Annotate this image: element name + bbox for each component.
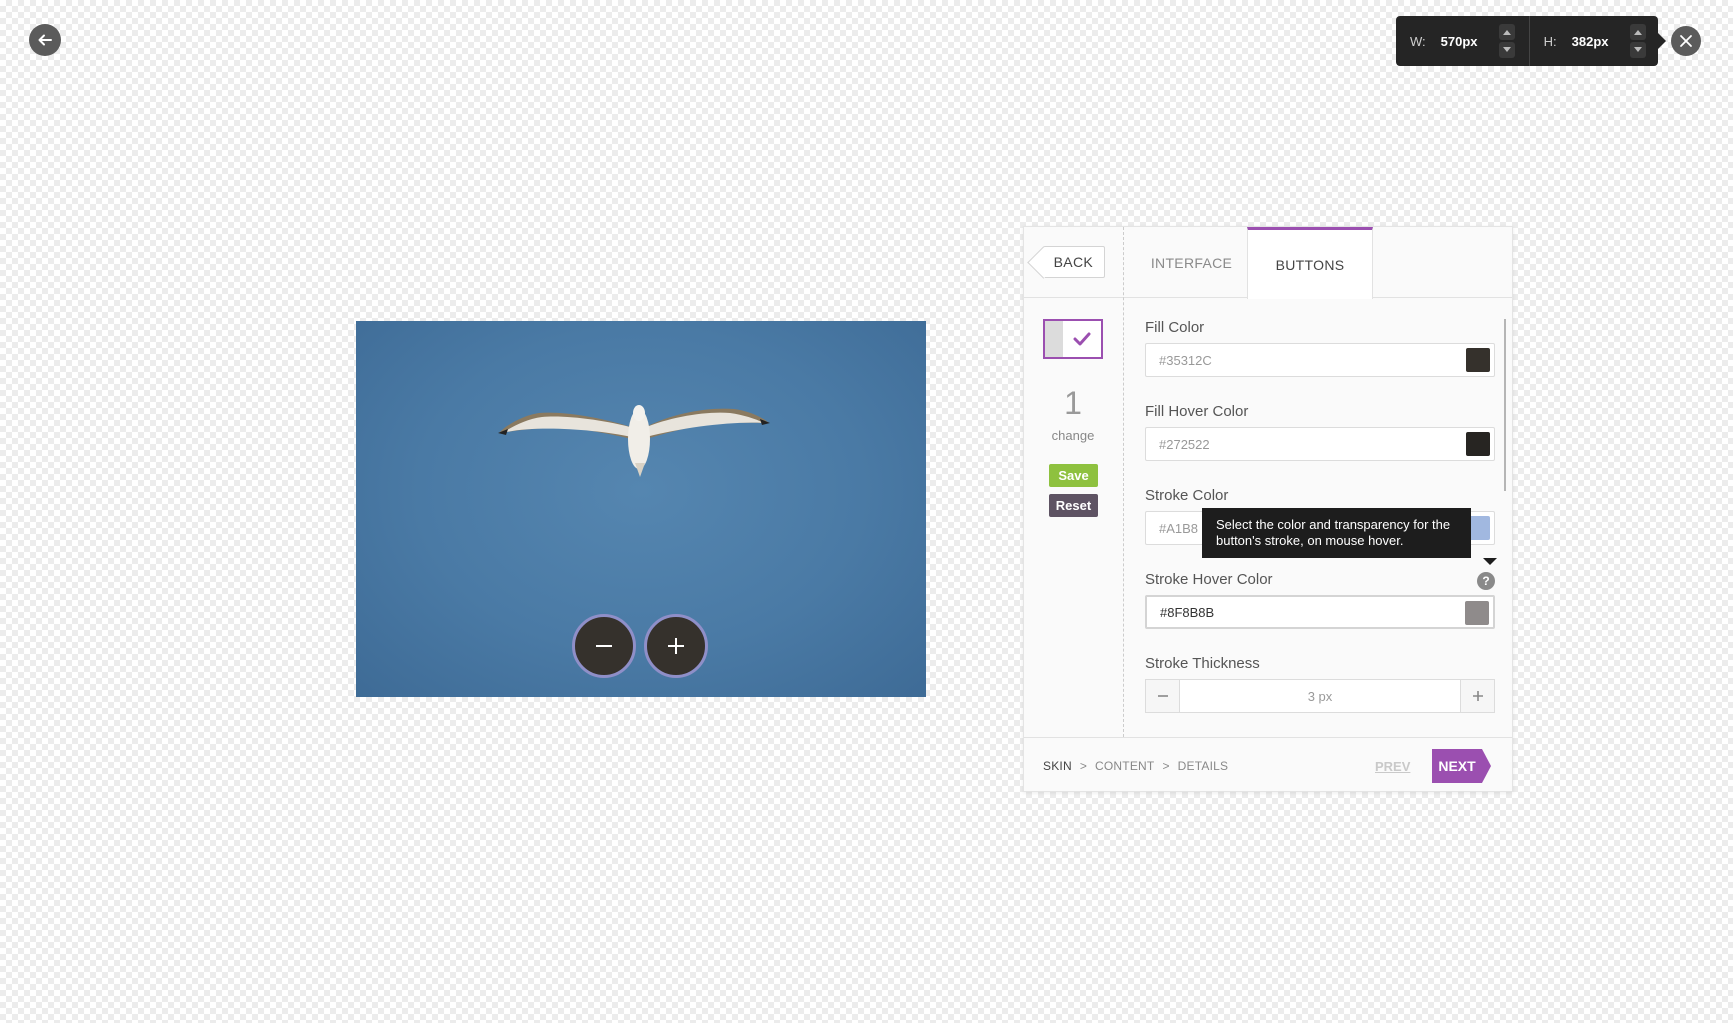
minus-icon — [1157, 695, 1168, 697]
reset-button[interactable]: Reset — [1049, 494, 1098, 517]
back-button[interactable]: BACK — [1043, 246, 1105, 278]
thickness-increase-button[interactable] — [1460, 680, 1494, 712]
height-spinner — [1629, 24, 1646, 58]
height-decrease-button[interactable] — [1629, 42, 1646, 58]
zoom-in-button[interactable] — [644, 614, 708, 678]
tab-buttons[interactable]: BUTTONS — [1247, 227, 1373, 299]
zoom-out-button[interactable] — [572, 614, 636, 678]
save-button[interactable]: Save — [1049, 464, 1098, 487]
fill-hover-color-input[interactable]: #272522 — [1145, 427, 1495, 461]
close-button[interactable] — [1671, 26, 1701, 56]
help-icon[interactable]: ? — [1477, 572, 1495, 590]
crumb-skin[interactable]: SKIN — [1043, 759, 1072, 773]
tab-interface[interactable]: INTERFACE — [1124, 227, 1259, 299]
tab-buttons-label: BUTTONS — [1275, 256, 1345, 273]
crumb-content[interactable]: CONTENT — [1095, 759, 1154, 773]
panel-header: BACK INTERFACE BUTTONS — [1024, 227, 1512, 299]
swatch-check — [1063, 321, 1101, 357]
fill-color-value: #35312C — [1159, 352, 1212, 368]
seagull-image — [498, 405, 770, 477]
arrow-left-icon — [38, 34, 52, 46]
width-control: W: 570px — [1396, 16, 1529, 66]
checkmark-icon — [1073, 332, 1091, 346]
crumb-separator: > — [1079, 759, 1088, 773]
change-label: change — [1051, 428, 1095, 443]
thickness-decrease-button[interactable] — [1146, 680, 1180, 712]
fill-color-label: Fill Color — [1145, 319, 1205, 336]
fill-color-input[interactable]: #35312C — [1145, 343, 1495, 377]
panel-footer: SKIN > CONTENT > DETAILS PREV NEXT — [1024, 737, 1512, 793]
stroke-hover-color-label: Stroke Hover Color — [1145, 571, 1273, 588]
chevron-down-icon — [1502, 47, 1511, 52]
close-icon — [1680, 35, 1692, 47]
width-spinner — [1498, 24, 1515, 58]
crumb-details[interactable]: DETAILS — [1178, 759, 1229, 773]
chevron-up-icon — [1502, 30, 1511, 35]
width-increase-button[interactable] — [1498, 24, 1515, 40]
fill-hover-color-value: #272522 — [1159, 436, 1210, 452]
swatch-preview — [1045, 321, 1063, 357]
prev-button[interactable]: PREV — [1375, 759, 1410, 774]
height-increase-button[interactable] — [1629, 24, 1646, 40]
stroke-color-value: #A1B8 — [1159, 520, 1199, 536]
column-divider — [1123, 227, 1124, 737]
fill-hover-color-swatch[interactable] — [1466, 432, 1490, 456]
height-control: H: 382px — [1528, 16, 1660, 66]
back-button-label: BACK — [1053, 254, 1093, 270]
stroke-hover-color-swatch[interactable] — [1465, 601, 1489, 625]
stroke-hover-color-value: #8F8B8B — [1160, 604, 1215, 620]
width-label: W: — [1410, 33, 1426, 49]
fill-hover-color-label: Fill Hover Color — [1145, 403, 1249, 420]
back-arrow-button[interactable] — [29, 24, 61, 56]
stroke-color-label: Stroke Color — [1145, 487, 1229, 504]
minus-icon — [596, 645, 612, 647]
skin-swatch[interactable] — [1043, 319, 1103, 359]
stroke-thickness-value[interactable]: 3 px — [1180, 689, 1460, 704]
breadcrumb: SKIN > CONTENT > DETAILS — [1043, 759, 1228, 773]
next-button[interactable]: NEXT — [1432, 749, 1491, 783]
image-preview — [356, 321, 926, 697]
scrollbar[interactable] — [1504, 319, 1506, 491]
fill-color-swatch[interactable] — [1466, 348, 1490, 372]
height-label: H: — [1543, 33, 1557, 49]
stroke-hover-color-input[interactable]: #8F8B8B — [1145, 595, 1495, 629]
chevron-down-icon — [1633, 47, 1642, 52]
stroke-thickness-stepper: 3 px — [1145, 679, 1495, 713]
stroke-thickness-label: Stroke Thickness — [1145, 655, 1260, 672]
width-decrease-button[interactable] — [1498, 42, 1515, 58]
stroke-hover-tooltip: Select the color and transparency for th… — [1202, 508, 1497, 565]
plus-icon — [1472, 691, 1483, 701]
width-value[interactable]: 570px — [1441, 34, 1493, 49]
size-controls: W: 570px H: 382px — [1396, 16, 1666, 66]
chevron-up-icon — [1633, 30, 1642, 35]
crumb-separator: > — [1162, 759, 1170, 773]
height-value[interactable]: 382px — [1572, 34, 1624, 49]
tab-interface-label: INTERFACE — [1150, 255, 1233, 271]
skin-editor-panel: BACK INTERFACE BUTTONS 1 change Save Res… — [1023, 226, 1513, 792]
change-count: 1 — [1064, 385, 1082, 421]
plus-icon — [668, 638, 684, 654]
